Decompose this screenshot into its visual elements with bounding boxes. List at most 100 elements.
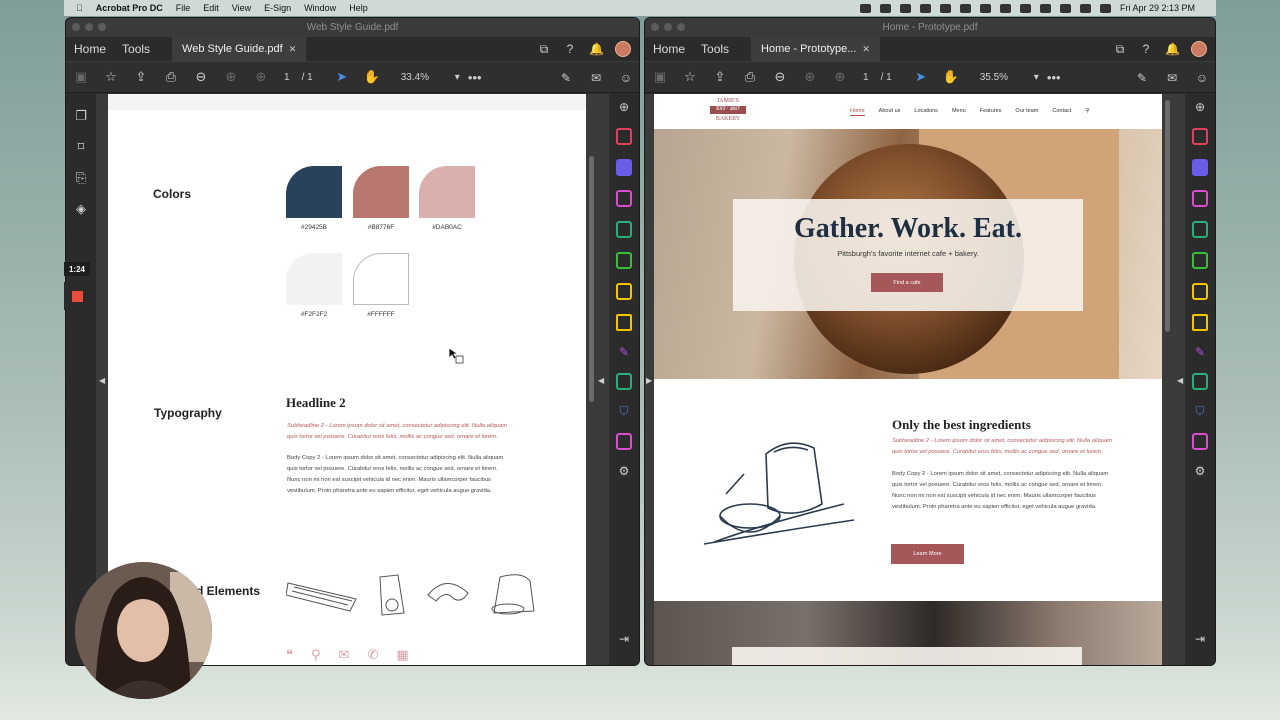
bookmark-star-icon[interactable]: ☆ xyxy=(96,69,126,85)
find-cafe-button[interactable]: Find a cafe xyxy=(871,273,943,292)
create-pdf-icon[interactable] xyxy=(616,159,632,176)
siri-icon[interactable] xyxy=(1099,3,1111,13)
volume-icon[interactable] xyxy=(979,3,991,13)
print-icon[interactable]: ⎙ xyxy=(735,69,765,85)
prev-page-icon[interactable]: ⊕ xyxy=(795,69,825,85)
site-search-icon[interactable]: ⚲ xyxy=(1085,108,1089,116)
email-icon[interactable]: ✉ xyxy=(1165,71,1179,85)
battery-icon[interactable] xyxy=(939,3,951,13)
learn-more-button[interactable]: Learn More xyxy=(891,544,964,564)
document-tab[interactable]: Web Style Guide.pdf ✕ xyxy=(172,37,307,61)
comment-icon[interactable] xyxy=(616,314,632,331)
menu-help[interactable]: Help xyxy=(349,3,368,13)
app-menu[interactable]: Acrobat Pro DC xyxy=(96,3,163,13)
bluetooth-icon[interactable] xyxy=(959,3,971,13)
hand-tool-icon[interactable]: ✋ xyxy=(357,69,387,85)
collapse-right-panel-icon[interactable]: ◀ xyxy=(598,376,604,385)
sign-icon[interactable]: ✎ xyxy=(1135,71,1149,85)
sign-icon[interactable]: ✎ xyxy=(559,71,573,85)
wifi-icon[interactable] xyxy=(999,3,1011,13)
collapse-right-panel-icon[interactable]: ◀ xyxy=(1177,376,1183,385)
export-pdf-icon[interactable] xyxy=(616,128,632,145)
minimize-window-icon[interactable] xyxy=(664,23,672,31)
menu-file[interactable]: File xyxy=(176,3,191,13)
nav-team[interactable]: Our team xyxy=(1015,108,1038,116)
user-icon[interactable] xyxy=(1019,3,1031,13)
more-tools-icon[interactable]: ••• xyxy=(460,70,490,85)
page-number-input[interactable]: 1 xyxy=(863,72,869,83)
collapse-tools-icon[interactable]: ⇥ xyxy=(619,632,629,646)
close-tab-icon[interactable]: ✕ xyxy=(289,44,297,55)
page-number-input[interactable]: 1 xyxy=(284,72,290,83)
collapse-left-panel-icon[interactable]: ◀ xyxy=(99,376,105,385)
zoom-window-icon[interactable] xyxy=(98,23,106,31)
print-production-icon[interactable] xyxy=(616,373,632,390)
help-icon[interactable]: ? xyxy=(563,42,577,56)
menu-window[interactable]: Window xyxy=(304,3,336,13)
request-signature-icon[interactable] xyxy=(1192,283,1208,300)
record-icon[interactable] xyxy=(919,3,931,13)
home-tab[interactable]: Home xyxy=(66,42,114,56)
close-window-icon[interactable] xyxy=(651,23,659,31)
dropbox-icon[interactable] xyxy=(879,3,891,13)
organize-pages-icon[interactable] xyxy=(616,190,632,207)
search-zoom-icon[interactable]: ⊕ xyxy=(619,100,629,114)
comment-icon[interactable] xyxy=(1192,314,1208,331)
request-signature-icon[interactable] xyxy=(616,283,632,300)
hand-tool-icon[interactable]: ✋ xyxy=(936,69,966,85)
page-thumbnails-icon[interactable]: ❐ xyxy=(75,108,87,124)
select-cursor-icon[interactable]: ➤ xyxy=(327,69,357,85)
avatar[interactable] xyxy=(1191,41,1207,57)
close-tab-icon[interactable]: ✕ xyxy=(862,44,870,55)
prev-page-icon[interactable]: ⊕ xyxy=(216,69,246,85)
control-center-icon[interactable] xyxy=(1079,3,1091,13)
save-icon[interactable]: ▣ xyxy=(66,69,96,85)
email-icon[interactable]: ✉ xyxy=(589,71,603,85)
collapse-tools-icon[interactable]: ⇥ xyxy=(1195,632,1205,646)
print-icon[interactable]: ⎙ xyxy=(156,69,186,85)
layers-icon[interactable]: ◈ xyxy=(76,201,86,217)
protect-icon[interactable]: ⛉ xyxy=(619,404,628,419)
creative-cloud-icon[interactable] xyxy=(859,3,871,13)
customize-tools-icon[interactable]: ⚙ xyxy=(619,464,630,478)
apple-icon[interactable]:  xyxy=(76,3,83,13)
zoom-out-icon[interactable]: ⊖ xyxy=(186,69,216,85)
nav-contact[interactable]: Contact xyxy=(1052,108,1071,116)
stop-recording-button[interactable] xyxy=(64,282,90,310)
zoom-window-icon[interactable] xyxy=(677,23,685,31)
bookmark-star-icon[interactable]: ☆ xyxy=(675,69,705,85)
more-tools-icon[interactable] xyxy=(616,433,632,450)
attachment-icon[interactable]: ⎘ xyxy=(76,170,86,186)
select-cursor-icon[interactable]: ➤ xyxy=(906,69,936,85)
next-page-icon[interactable]: ⊕ xyxy=(246,69,276,85)
zoom-level[interactable]: 33.4% xyxy=(401,72,455,83)
print-production-icon[interactable] xyxy=(1192,373,1208,390)
search-zoom-icon[interactable]: ⊕ xyxy=(1195,100,1205,114)
customize-tools-icon[interactable]: ⚙ xyxy=(1195,464,1206,478)
menu-esign[interactable]: E-Sign xyxy=(264,3,291,13)
upload-icon[interactable]: ⇪ xyxy=(126,69,156,85)
share-user-icon[interactable]: ☺ xyxy=(1195,71,1209,85)
share-user-icon[interactable]: ☺ xyxy=(619,71,633,85)
edit-pdf-icon[interactable] xyxy=(1192,252,1208,269)
save-icon[interactable]: ▣ xyxy=(645,69,675,85)
nav-about[interactable]: About us xyxy=(879,108,901,116)
help-icon[interactable]: ? xyxy=(1139,42,1153,56)
nav-home[interactable]: Home xyxy=(850,108,865,116)
bell-icon[interactable]: 🔔 xyxy=(1165,42,1180,56)
zoom-level[interactable]: 35.5% xyxy=(980,72,1034,83)
search-icon[interactable] xyxy=(1059,3,1071,13)
home-tab[interactable]: Home xyxy=(645,42,693,56)
create-pdf-icon[interactable] xyxy=(1192,159,1208,176)
vertical-scrollbar[interactable] xyxy=(589,156,594,402)
document-tab[interactable]: Home - Prototype... ✕ xyxy=(751,37,880,61)
more-tools-icon[interactable] xyxy=(1192,433,1208,450)
protect-icon[interactable]: ⛉ xyxy=(1195,404,1204,419)
organize-pages-icon[interactable] xyxy=(1192,190,1208,207)
avatar[interactable] xyxy=(615,41,631,57)
more-tools-icon[interactable]: ••• xyxy=(1039,70,1069,85)
bookmark-icon[interactable]: ⌑ xyxy=(78,139,85,155)
fill-sign-icon[interactable]: ✎ xyxy=(619,345,629,359)
time-machine-icon[interactable] xyxy=(1039,3,1051,13)
nav-locations[interactable]: Locations xyxy=(914,108,938,116)
